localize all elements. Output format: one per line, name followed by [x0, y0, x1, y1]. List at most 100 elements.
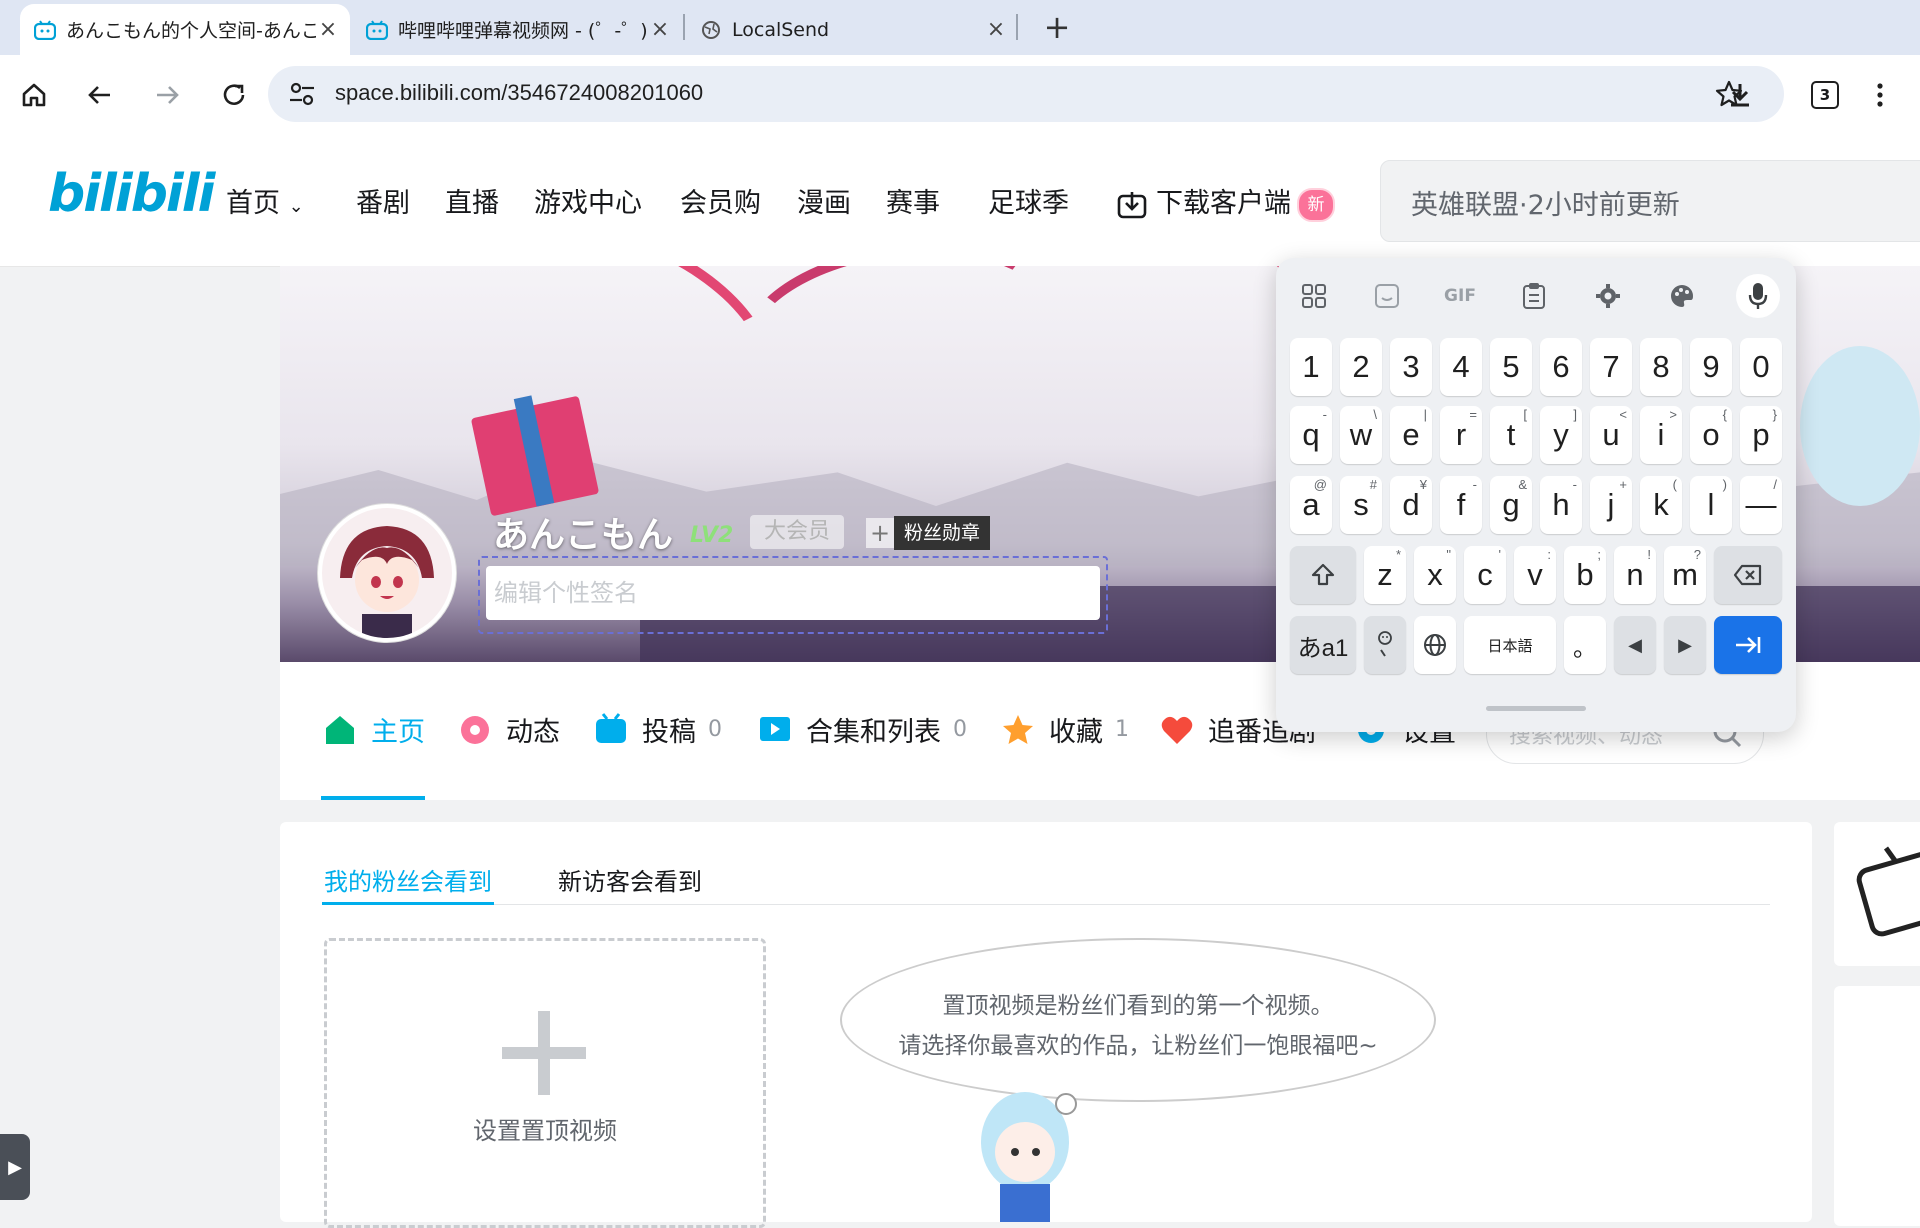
settings-gear-icon[interactable]: [1588, 276, 1628, 316]
palette-icon[interactable]: [1662, 276, 1702, 316]
key-u[interactable]: u <: [1590, 406, 1632, 464]
key-9[interactable]: 9: [1690, 338, 1732, 396]
tab-collections[interactable]: 合集和列表 0: [758, 710, 967, 749]
reload-button[interactable]: [214, 75, 254, 115]
key-secondary-label: {: [1722, 407, 1727, 422]
microphone-icon[interactable]: [1736, 274, 1780, 318]
tab-favorites[interactable]: 收藏 1: [1001, 710, 1129, 749]
enter-key[interactable]: [1714, 616, 1782, 674]
url-text[interactable]: space.bilibili.com/3546724008201060: [335, 80, 703, 106]
browser-tab-2[interactable]: 哔哩哔哩弹幕视频网 - (゜-゜)つロ ×: [352, 4, 682, 55]
emoji-key[interactable]: [1364, 616, 1406, 674]
key-n[interactable]: n!: [1614, 546, 1656, 604]
key-m[interactable]: m?: [1664, 546, 1706, 604]
key-y[interactable]: y]: [1540, 406, 1582, 464]
key-h[interactable]: h-: [1540, 476, 1582, 534]
globe-key[interactable]: [1414, 616, 1456, 674]
key-i[interactable]: i >: [1640, 406, 1682, 464]
signature-placeholder[interactable]: 编辑个性签名: [486, 566, 1100, 620]
nav-manga[interactable]: 漫画: [797, 181, 851, 220]
gif-button[interactable]: GIF: [1440, 276, 1480, 316]
clipboard-icon[interactable]: [1514, 276, 1554, 316]
close-tab-icon[interactable]: ×: [316, 17, 340, 42]
keyboard-drag-handle[interactable]: [1486, 706, 1586, 711]
key-x[interactable]: x ": [1414, 546, 1456, 604]
download-client-link[interactable]: 下载客户端新: [1116, 181, 1335, 222]
home-button[interactable]: [14, 75, 54, 115]
browser-tab-3[interactable]: LocalSend ×: [686, 4, 1018, 55]
tab-fans-see[interactable]: 我的粉丝会看到: [324, 862, 492, 897]
nav-live[interactable]: 直播: [445, 181, 499, 220]
key-b[interactable]: b;: [1564, 546, 1606, 604]
close-tab-icon[interactable]: ×: [984, 17, 1008, 42]
site-search-input[interactable]: 英雄联盟·2小时前更新: [1380, 160, 1920, 242]
key-s[interactable]: s #: [1340, 476, 1382, 534]
key-8[interactable]: 8: [1640, 338, 1682, 396]
avatar[interactable]: [318, 504, 456, 642]
key-g[interactable]: g &: [1490, 476, 1532, 534]
key-4[interactable]: 4: [1440, 338, 1482, 396]
tab-count-button[interactable]: 3: [1805, 75, 1845, 115]
key-q[interactable]: q-: [1290, 406, 1332, 464]
sticker-icon[interactable]: [1367, 276, 1407, 316]
vip-badge[interactable]: 大会员: [750, 515, 844, 549]
key-5[interactable]: 5: [1490, 338, 1532, 396]
shift-key[interactable]: [1290, 546, 1356, 604]
key-t[interactable]: t[: [1490, 406, 1532, 464]
browser-tab-1[interactable]: あんこもん的个人空间-あんこもん ×: [20, 4, 350, 55]
key-k[interactable]: k(: [1640, 476, 1682, 534]
key-label: s: [1353, 487, 1369, 522]
nav-football[interactable]: 足球季: [988, 181, 1069, 220]
new-tab-button[interactable]: +: [1040, 10, 1074, 44]
key-2[interactable]: 2: [1340, 338, 1382, 396]
address-bar[interactable]: space.bilibili.com/3546724008201060: [268, 66, 1784, 122]
tab-home[interactable]: 主页: [323, 710, 425, 749]
key-v[interactable]: v:: [1514, 546, 1556, 604]
period-key[interactable]: 。: [1564, 616, 1606, 674]
tab-dynamic[interactable]: 动态: [458, 710, 560, 749]
apps-grid-icon[interactable]: [1294, 276, 1334, 316]
forward-button[interactable]: [147, 75, 187, 115]
key-z[interactable]: z *: [1364, 546, 1406, 604]
fan-medal-button[interactable]: + 粉丝勋章: [866, 516, 991, 550]
key-w[interactable]: w \: [1340, 406, 1382, 464]
nav-home[interactable]: 首页 ⌄: [226, 181, 304, 220]
site-settings-icon[interactable]: [288, 80, 318, 112]
expand-handle[interactable]: ▶: [0, 1134, 30, 1200]
key-c[interactable]: c ': [1464, 546, 1506, 604]
cursor-right-key[interactable]: ▶: [1664, 616, 1706, 674]
back-button[interactable]: [80, 75, 120, 115]
key-o[interactable]: o{: [1690, 406, 1732, 464]
tab-uploads[interactable]: 投稿 0: [594, 710, 722, 749]
key-l[interactable]: l): [1690, 476, 1732, 534]
nav-anime[interactable]: 番剧: [356, 181, 410, 220]
key-1[interactable]: 1: [1290, 338, 1332, 396]
key-a[interactable]: a @: [1290, 476, 1332, 534]
close-tab-icon[interactable]: ×: [648, 17, 672, 42]
space-key[interactable]: 日本語: [1464, 616, 1556, 674]
more-menu-button[interactable]: [1860, 75, 1900, 115]
nav-esports[interactable]: 赛事: [886, 181, 940, 220]
download-button[interactable]: [1720, 75, 1760, 115]
set-pinned-video-button[interactable]: 设置置顶视频: [324, 938, 766, 1228]
key-f[interactable]: f-: [1440, 476, 1482, 534]
backspace-key[interactable]: [1714, 546, 1782, 604]
tab-title: LocalSend: [732, 18, 830, 41]
key-p[interactable]: p}: [1740, 406, 1782, 464]
signature-input[interactable]: 编辑个性签名: [478, 556, 1108, 634]
key-dash[interactable]: — /: [1740, 476, 1782, 534]
key-6[interactable]: 6: [1540, 338, 1582, 396]
tab-visitors-see[interactable]: 新访客会看到: [558, 862, 702, 897]
key-j[interactable]: j +: [1590, 476, 1632, 534]
input-mode-key[interactable]: あa1: [1290, 616, 1356, 674]
key-e[interactable]: e |: [1390, 406, 1432, 464]
key-d[interactable]: d ¥: [1390, 476, 1432, 534]
key-3[interactable]: 3: [1390, 338, 1432, 396]
key-0[interactable]: 0: [1740, 338, 1782, 396]
cursor-left-key[interactable]: ◀: [1614, 616, 1656, 674]
key-7[interactable]: 7: [1590, 338, 1632, 396]
nav-shop[interactable]: 会员购: [680, 181, 761, 220]
nav-game-center[interactable]: 游戏中心: [534, 181, 642, 220]
key-r[interactable]: r =: [1440, 406, 1482, 464]
bilibili-logo[interactable]: bilibili: [48, 164, 215, 224]
